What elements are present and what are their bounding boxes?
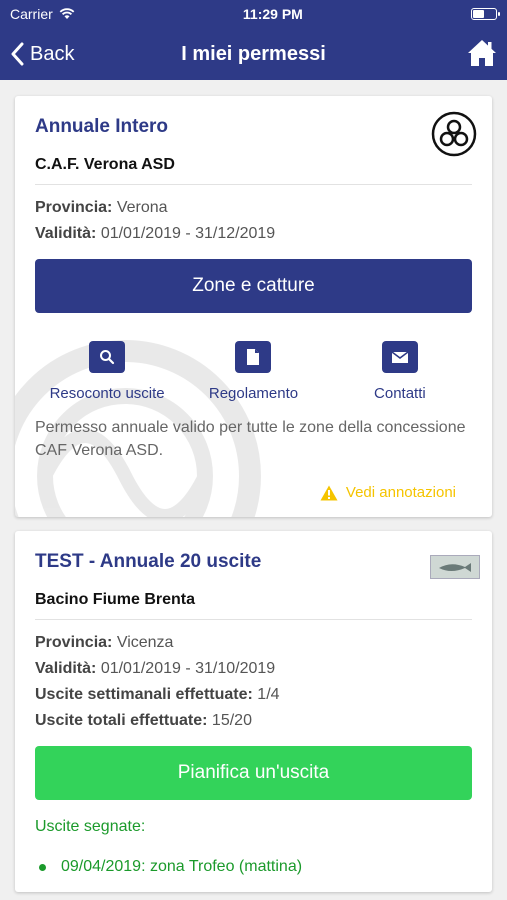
contatti-button[interactable]: Contatti (328, 341, 472, 402)
association-logo (431, 111, 477, 157)
resoconto-uscite-button[interactable]: Resoconto uscite (35, 341, 179, 402)
battery-fill (473, 10, 484, 18)
permit-actions: Resoconto uscite Regolamento Contatti (35, 341, 472, 402)
permit-organization: Bacino Fiume Brenta (35, 591, 472, 620)
permit-title: Annuale Intero (35, 116, 169, 137)
battery-icon (471, 8, 500, 20)
pianifica-uscita-button[interactable]: Pianifica un'uscita (35, 746, 472, 800)
validita-label: Validità: (35, 660, 97, 677)
permit-description: Permesso annuale valido per tutte le zon… (35, 419, 466, 459)
zone-catture-button[interactable]: Zone e catture (35, 259, 472, 313)
validita-row: Validità: 01/01/2019 - 31/10/2019 (35, 656, 472, 682)
permit-card: TEST - Annuale 20 uscite Bacino Fiume Br… (15, 531, 492, 892)
provincia-value: Vicenza (116, 634, 174, 651)
back-button[interactable]: Back (0, 42, 74, 66)
provincia-value: Verona (116, 199, 168, 216)
provincia-row: Provincia: Verona (35, 195, 472, 221)
chevron-left-icon (11, 42, 24, 66)
vedi-annotazioni-label: Vedi annotazioni (345, 484, 456, 501)
validita-row: Validità: 01/01/2019 - 31/12/2019 (35, 221, 472, 247)
uscite-segnate-title: Uscite segnate: (35, 818, 146, 835)
status-left: Carrier (10, 6, 75, 22)
uscite-settimanali-label: Uscite settimanali effettuate: (35, 686, 253, 703)
permit-card: Annuale Intero C.A.F. Verona ASD Provinc… (15, 96, 492, 517)
validita-label: Validità: (35, 225, 97, 242)
permits-list: Annuale Intero C.A.F. Verona ASD Provinc… (0, 80, 507, 892)
provincia-row: Provincia: Vicenza (35, 630, 472, 656)
back-label: Back (30, 42, 75, 65)
status-bar: Carrier 11:29 PM (0, 0, 507, 28)
uscite-totali-label: Uscite totali effettuate: (35, 712, 208, 729)
uscite-settimanali-row: Uscite settimanali effettuate: 1/4 (35, 682, 472, 708)
home-icon (468, 40, 496, 66)
regolamento-label: Regolamento (208, 385, 299, 402)
uscite-totali-value: 15/20 (211, 712, 252, 729)
provincia-label: Provincia: (35, 634, 113, 651)
wifi-icon (59, 8, 75, 19)
resoconto-uscite-label: Resoconto uscite (49, 385, 165, 402)
page-title: I miei permessi (181, 42, 326, 65)
permit-organization: C.A.F. Verona ASD (35, 156, 472, 185)
validita-value: 01/01/2019 - 31/10/2019 (100, 660, 276, 677)
carrier-label: Carrier (10, 6, 53, 22)
contatti-label: Contatti (374, 385, 426, 402)
document-icon (235, 341, 272, 373)
uscite-totali-row: Uscite totali effettuate: 15/20 (35, 708, 472, 734)
list-item[interactable]: 09/04/2019: zona Trofeo (mattina) (35, 858, 472, 876)
vedi-annotazioni-link[interactable]: Vedi annotazioni (35, 484, 472, 501)
association-logo (430, 555, 480, 579)
uscite-settimanali-value: 1/4 (257, 686, 280, 703)
search-icon (89, 341, 126, 373)
clock: 11:29 PM (242, 6, 303, 22)
nav-bar: Back I miei permessi (0, 28, 507, 80)
provincia-label: Provincia: (35, 199, 113, 216)
mail-icon (381, 341, 418, 373)
validita-value: 01/01/2019 - 31/12/2019 (100, 225, 276, 242)
warning-icon (320, 485, 338, 500)
regolamento-button[interactable]: Regolamento (181, 341, 325, 402)
home-button[interactable] (467, 38, 497, 73)
permit-title: TEST - Annuale 20 uscite (35, 551, 262, 572)
